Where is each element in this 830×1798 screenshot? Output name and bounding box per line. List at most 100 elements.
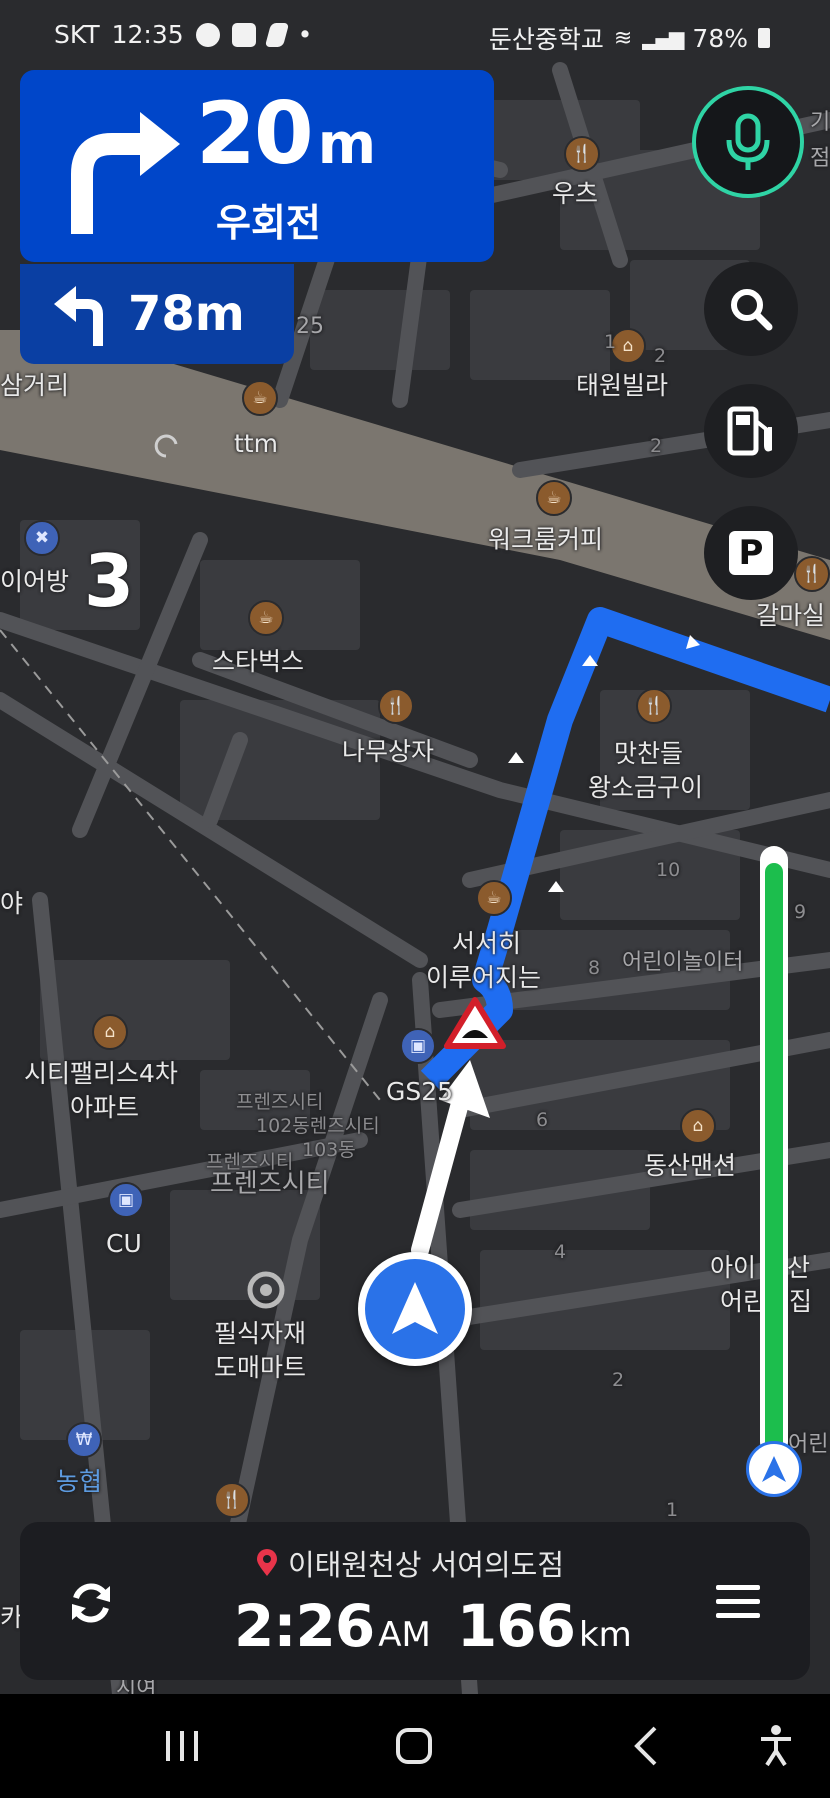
back-icon xyxy=(634,1726,657,1766)
building-number: 2 xyxy=(650,435,663,457)
location-label: 둔산중학교 xyxy=(488,25,604,54)
battery-icon xyxy=(758,28,770,48)
poi-label[interactable]: 시티팰리스4차 xyxy=(24,1059,178,1089)
region-number: 3 xyxy=(84,539,135,623)
home-button[interactable] xyxy=(384,1720,444,1772)
menu-button[interactable] xyxy=(710,1574,766,1630)
remaining-distance-unit: km xyxy=(578,1615,632,1655)
partial-label: 점 xyxy=(810,146,830,171)
signal-icon: ▂▄▆ xyxy=(642,26,684,50)
poi-label[interactable]: 서서히 xyxy=(452,929,521,959)
building-number: 4 xyxy=(554,1241,567,1263)
next-turn-card[interactable]: 78m xyxy=(20,264,294,364)
back-button[interactable] xyxy=(616,1720,676,1772)
building-icon[interactable]: ⌂ xyxy=(92,1014,128,1050)
building-number: 10 xyxy=(656,859,681,881)
building-number: 9 xyxy=(794,901,807,923)
poi-label[interactable]: 동산맨션 xyxy=(644,1151,736,1181)
turn-distance-unit: m xyxy=(317,112,377,177)
wifi-icon: ≋ xyxy=(613,25,633,51)
restaurant-icon[interactable]: 🍴 xyxy=(636,688,672,724)
voice-command-button[interactable] xyxy=(692,86,804,198)
search-button[interactable] xyxy=(704,262,798,356)
eta-time: 2:26 xyxy=(234,1592,375,1660)
poi-label[interactable]: 이어방 xyxy=(0,567,69,597)
poi-label[interactable]: 야 xyxy=(0,889,23,919)
current-location-marker xyxy=(358,1252,472,1366)
poi-label[interactable]: 태원빌라 xyxy=(576,371,668,401)
poi-label[interactable]: 왕소금구이 xyxy=(588,773,703,803)
poi-label[interactable]: 워크룸커피 xyxy=(488,525,603,555)
destination[interactable]: 이태원천상 서여의도점 xyxy=(256,1542,564,1584)
poi-label[interactable]: 우츠 xyxy=(552,179,598,209)
partial-label: 기 xyxy=(810,110,830,135)
parking-button[interactable]: P xyxy=(704,506,798,600)
poi-label[interactable]: 이루어지는 xyxy=(426,963,541,993)
poi-label[interactable]: 맛찬들 xyxy=(614,739,683,769)
building-number: 2 xyxy=(654,345,667,367)
battery-level: 78% xyxy=(692,23,748,53)
gallery-icon xyxy=(231,22,256,47)
poi-label[interactable]: GS25 xyxy=(386,1077,453,1107)
convenience-store-icon[interactable]: ▣ xyxy=(400,1028,436,1064)
poi-label[interactable]: ttm xyxy=(234,429,278,459)
poi-label[interactable]: 아파트 xyxy=(70,1093,139,1123)
recent-apps-button[interactable] xyxy=(152,1720,212,1772)
cafe-icon[interactable]: ☕ xyxy=(242,380,278,416)
remaining-distance: 166 xyxy=(456,1592,576,1660)
cafe-icon[interactable]: ☕ xyxy=(248,600,284,636)
poi-label[interactable]: 나무상자 xyxy=(342,737,434,767)
microphone-icon xyxy=(726,113,770,170)
cafe-icon[interactable]: ☕ xyxy=(476,880,512,916)
parking-icon: P xyxy=(729,531,773,575)
turn-left-arrow-icon xyxy=(54,286,103,346)
system-navigation-bar xyxy=(0,1694,830,1798)
building-number: 8 xyxy=(588,957,601,979)
building-number: 6 xyxy=(536,1109,549,1131)
convenience-store-icon[interactable]: ▣ xyxy=(108,1182,144,1218)
next-turn-distance: 78m xyxy=(128,286,245,342)
hamburger-menu-icon xyxy=(716,1585,760,1618)
refresh-icon xyxy=(72,1583,110,1623)
status-bar: SKT 12:35 • 둔산중학교 ≋ ▂▄▆ 78% xyxy=(0,0,830,66)
poi-label[interactable]: 스타벅스 xyxy=(212,647,304,677)
navigation-arrow-icon xyxy=(392,1282,438,1334)
recent-apps-icon xyxy=(166,1731,198,1761)
building-icon[interactable]: ⌂ xyxy=(680,1108,716,1144)
location-pin-icon xyxy=(257,1549,277,1576)
fuel-pump-icon xyxy=(727,406,772,456)
repair-shop-icon[interactable]: ✖ xyxy=(24,520,60,556)
more-notifications-dot: • xyxy=(297,20,313,49)
pen-icon xyxy=(264,22,289,47)
car-mode-icon xyxy=(195,22,220,47)
cafe-icon[interactable]: ☕ xyxy=(536,480,572,516)
gas-station-button[interactable] xyxy=(704,384,798,478)
clock: 12:35 xyxy=(111,20,184,49)
building-label: 프렌즈시티 xyxy=(236,1091,324,1113)
restaurant-icon[interactable]: 🍴 xyxy=(794,556,830,592)
route-progress-fill xyxy=(765,863,783,1451)
turn-direction-text: 우회전 xyxy=(216,201,321,245)
poi-label[interactable]: 농협 xyxy=(56,1467,102,1497)
building-number: 1 xyxy=(666,1499,679,1521)
trip-info-panel[interactable]: 이태원천상 서여의도점 2:26 AM 166 km xyxy=(20,1522,810,1680)
destination-name: 이태원천상 서여의도점 xyxy=(288,1548,565,1582)
bank-icon[interactable]: ₩ xyxy=(66,1422,102,1458)
restaurant-icon[interactable]: 🍴 xyxy=(214,1482,250,1518)
poi-label[interactable]: 갈마실 xyxy=(756,601,825,631)
building-label: 102동렌즈시티 xyxy=(256,1115,380,1137)
building-label: 프렌즈시티 xyxy=(210,1169,330,1199)
carrier-label: SKT xyxy=(54,20,100,49)
poi-label[interactable]: 어린이놀이터 xyxy=(622,950,743,975)
poi-label[interactable]: 필식자재 xyxy=(214,1319,306,1349)
poi-label[interactable]: CU xyxy=(106,1229,142,1259)
turn-instruction-card[interactable]: 20 m 우회전 xyxy=(20,70,494,262)
accessibility-button[interactable] xyxy=(746,1720,806,1772)
reroute-button[interactable] xyxy=(60,1572,122,1634)
road-label: 삼거리 xyxy=(0,371,70,400)
restaurant-icon[interactable]: 🍴 xyxy=(564,136,600,172)
restaurant-icon[interactable]: 🍴 xyxy=(378,688,414,724)
home-icon xyxy=(396,1728,432,1764)
building-number: 2 xyxy=(612,1369,625,1391)
poi-label[interactable]: 도매마트 xyxy=(214,1353,306,1383)
